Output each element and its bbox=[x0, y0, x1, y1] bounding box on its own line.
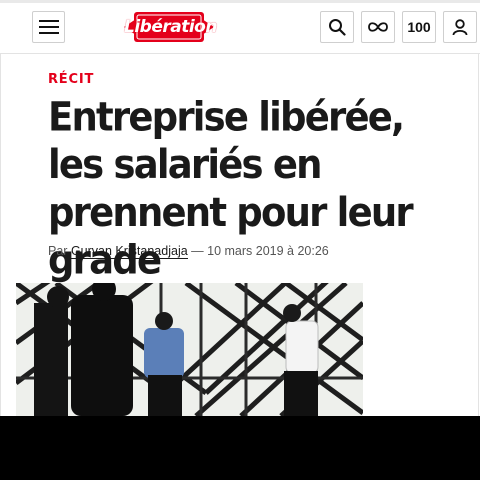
office-silhouettes-image bbox=[16, 283, 363, 416]
left-edge-line bbox=[0, 54, 1, 416]
menu-button[interactable] bbox=[32, 11, 65, 43]
count-label: 100 bbox=[407, 19, 431, 35]
menu-icon bbox=[38, 20, 59, 34]
infinity-button[interactable] bbox=[361, 11, 395, 43]
liberation-logo[interactable]: Libération bbox=[124, 8, 217, 46]
user-icon bbox=[452, 19, 468, 36]
search-icon bbox=[329, 19, 346, 36]
search-button[interactable] bbox=[320, 11, 354, 43]
author-link[interactable]: Gurvan Kristanadjaja bbox=[70, 244, 188, 259]
article-photo[interactable] bbox=[16, 283, 363, 416]
byline-prefix: Par bbox=[48, 244, 71, 258]
article-byline: Par Gurvan Kristanadjaja — 10 mars 2019 … bbox=[48, 244, 329, 259]
top-strip bbox=[0, 0, 480, 3]
byline-date: — 10 mars 2019 à 20:26 bbox=[187, 244, 329, 258]
infinity-icon bbox=[368, 22, 388, 32]
top-bar: Libération 100 bbox=[0, 0, 480, 54]
article-kicker[interactable]: RÉCIT bbox=[48, 72, 94, 87]
right-edge-line bbox=[478, 54, 479, 416]
bottom-black-bar bbox=[0, 416, 480, 480]
account-button[interactable] bbox=[443, 11, 477, 43]
count-button[interactable]: 100 bbox=[402, 11, 436, 43]
logo-text: Libération bbox=[124, 17, 217, 37]
